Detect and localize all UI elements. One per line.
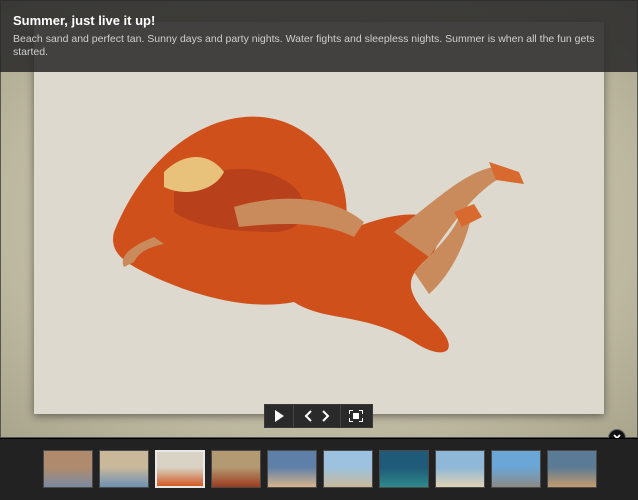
thumbnail-6[interactable]: [323, 450, 373, 488]
thumbnail-1[interactable]: [43, 450, 93, 488]
thumbnail-5[interactable]: [267, 450, 317, 488]
thumbnail-3[interactable]: [155, 450, 205, 488]
thumbnail-8[interactable]: [435, 450, 485, 488]
chevron-left-icon[interactable]: [304, 410, 312, 422]
chevron-right-icon[interactable]: [322, 410, 330, 422]
image-stage: Summer, just live it up! Beach sand and …: [0, 0, 638, 438]
thumbnail-2[interactable]: [99, 450, 149, 488]
thumbnail-strip: [0, 438, 638, 500]
thumbnail-10[interactable]: [547, 450, 597, 488]
thumbnail-7[interactable]: [379, 450, 429, 488]
play-icon: [275, 410, 285, 422]
prev-next-group: [294, 405, 341, 427]
caption-description: Beach sand and perfect tan. Sunny days a…: [13, 33, 595, 58]
caption-overlay: Summer, just live it up! Beach sand and …: [0, 0, 638, 72]
thumbnail-9[interactable]: [491, 450, 541, 488]
play-button[interactable]: [265, 405, 295, 427]
photo-illustration: [34, 22, 604, 414]
thumbnail-4[interactable]: [211, 450, 261, 488]
slideshow-controls: [264, 404, 373, 428]
lightbox-viewer: Summer, just live it up! Beach sand and …: [0, 0, 638, 500]
fullscreen-button[interactable]: [341, 405, 372, 427]
fullscreen-icon: [349, 410, 364, 422]
main-photo[interactable]: [34, 22, 604, 414]
caption-title: Summer, just live it up!: [13, 13, 156, 28]
thumbnail-list: [43, 450, 597, 488]
